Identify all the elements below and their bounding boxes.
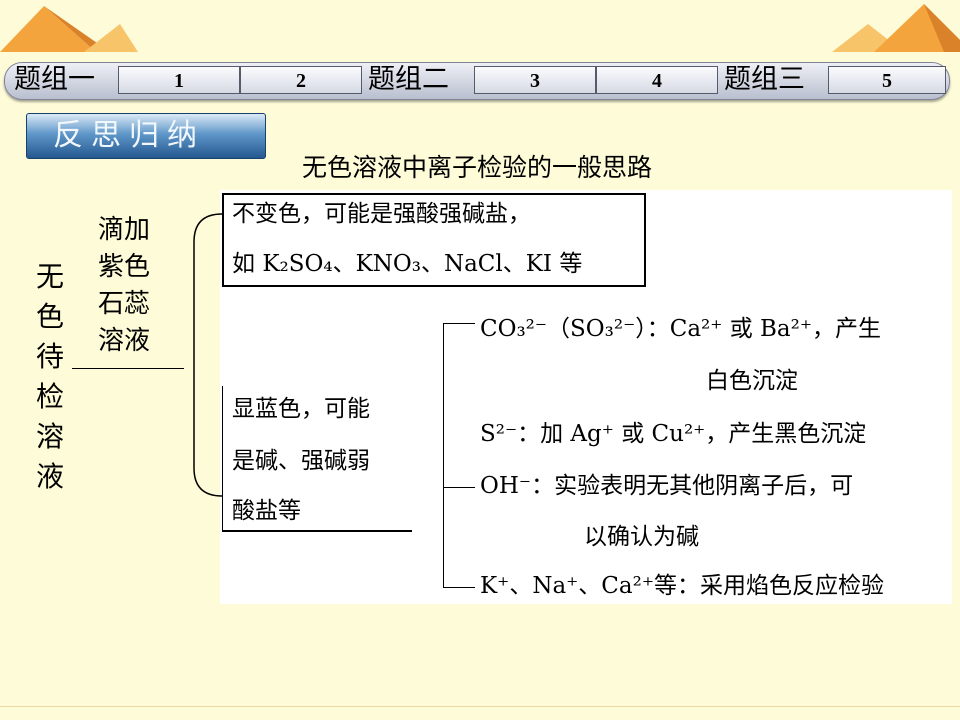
- page-title: 无色溶液中离子检验的一般思路: [302, 153, 653, 182]
- tests-vertical-connector: [443, 323, 444, 588]
- example-kno3: KNO₃: [355, 251, 421, 277]
- hydroxide-conclusion: 以确认为碱: [584, 524, 699, 550]
- no-change-suffix: 等: [559, 251, 583, 277]
- cation-test: K⁺、Na⁺、Ca²⁺等：采用焰色反应检验: [480, 575, 884, 598]
- carbonate-test: CO₃²⁻（SO₃²⁻）：Ca²⁺ 或 Ba²⁺，产生: [480, 318, 881, 341]
- reagent-step: 滴加紫色石蕊溶液: [98, 215, 151, 356]
- list-separator: 、: [502, 251, 526, 277]
- hydroxide-ion: OH⁻: [480, 473, 532, 499]
- carbonate-result: 白色沉淀: [706, 368, 798, 394]
- no-change-prefix: 如: [232, 251, 263, 277]
- example-k2so4: K₂SO₄: [262, 251, 333, 277]
- hydroxide-branch-line: [443, 487, 475, 488]
- example-nacl: NaCl: [443, 251, 503, 277]
- question-5-button[interactable]: 5: [828, 66, 946, 94]
- question-3-button[interactable]: 3: [474, 66, 596, 94]
- group-2-label: 题组二: [368, 64, 449, 95]
- sulfide-reagent: ：加 Ag⁺ 或 Cu²⁺，产生黑色沉淀: [517, 421, 867, 447]
- no-change-line2: 如 K₂SO₄、KNO₃、NaCl、KI 等: [232, 253, 582, 276]
- cation-ions: K⁺、Na⁺、Ca²⁺等: [480, 573, 677, 599]
- blue-box-bottom-border: [222, 530, 412, 532]
- sulfide-test: S²⁻：加 Ag⁺ 或 Cu²⁺，产生黑色沉淀: [480, 423, 866, 446]
- sample-label: 无色待检溶液: [36, 260, 65, 493]
- example-ki: KI: [525, 251, 553, 277]
- group-1-label: 题组一: [14, 64, 95, 95]
- question-4-button[interactable]: 4: [596, 66, 718, 94]
- carbonate-reagent: ：Ca²⁺ 或 Ba²⁺，产生: [646, 316, 882, 342]
- question-1-button[interactable]: 1: [118, 66, 240, 94]
- banner-label: 反思归纳: [53, 118, 205, 153]
- footer-divider: [0, 706, 960, 707]
- no-change-line1: 不变色，可能是强酸强碱盐，: [232, 201, 531, 227]
- reflection-summary-banner: 反思归纳: [26, 113, 266, 159]
- blue-box-left-border: [222, 386, 223, 530]
- question-2-button[interactable]: 2: [240, 66, 362, 94]
- carbonate-ions: CO₃²⁻（SO₃²⁻）: [480, 316, 647, 342]
- hydroxide-test: OH⁻：实验表明无其他阴离子后，可: [480, 475, 853, 498]
- step-underline: [72, 368, 184, 369]
- blue-line1: 显蓝色，可能: [232, 396, 370, 422]
- hydroxide-method: ：实验表明无其他阴离子后，可: [531, 473, 854, 499]
- carbonate-branch-line: [443, 323, 475, 324]
- list-separator: 、: [332, 251, 356, 277]
- corner-decoration-right: [832, 4, 960, 52]
- blue-line3: 酸盐等: [232, 498, 301, 524]
- sulfide-ion: S²⁻: [480, 421, 518, 447]
- cation-branch-line: [443, 587, 475, 588]
- blue-line2: 是碱、强碱弱: [232, 448, 370, 474]
- list-separator: 、: [420, 251, 444, 277]
- cation-method: ：采用焰色反应检验: [676, 573, 884, 599]
- group-3-label: 题组三: [724, 64, 805, 95]
- corner-decoration-left: [0, 6, 138, 52]
